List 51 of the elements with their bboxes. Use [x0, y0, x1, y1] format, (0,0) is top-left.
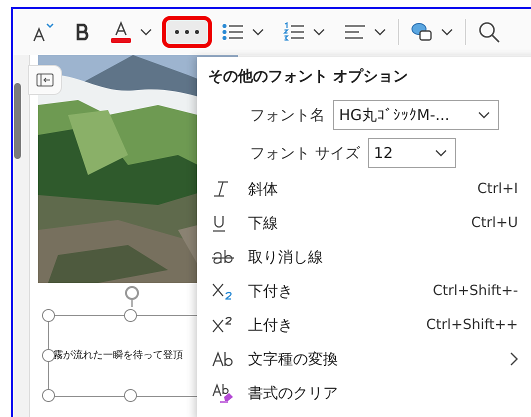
menu-item[interactable]: 取り消し線	[197, 240, 531, 274]
shortcut-text: Ctrl+Shift++	[426, 317, 518, 333]
strikethrough-icon	[212, 249, 234, 265]
chevron-down-icon	[434, 149, 447, 157]
chevron-down-icon	[374, 28, 386, 36]
bullet-list-icon	[222, 23, 244, 41]
resize-handle[interactable]	[42, 309, 55, 322]
font-size-icon	[32, 21, 56, 43]
resize-handle[interactable]	[42, 349, 55, 362]
collapse-panel-icon	[36, 73, 54, 87]
menu-item[interactable]: 書式のクリア	[197, 376, 531, 410]
shapes-icon	[411, 22, 433, 42]
chevron-down-icon	[441, 28, 453, 36]
rotate-handle[interactable]	[124, 285, 140, 307]
search-icon	[478, 21, 500, 43]
align-icon	[344, 24, 366, 40]
menu-title: その他のフォント オプション	[207, 67, 410, 86]
collapse-panel-button[interactable]	[28, 65, 62, 95]
clear-formatting-icon	[212, 383, 234, 403]
field-label: フォント名	[250, 106, 325, 124]
scrollbar-thumb[interactable]	[14, 83, 21, 159]
field-label: フォント サイズ	[250, 144, 360, 162]
font-size-dropdown[interactable]: 12	[368, 138, 456, 168]
bold-icon	[75, 23, 91, 41]
resize-handle[interactable]	[124, 309, 137, 322]
underline-icon	[212, 214, 226, 232]
menu-item[interactable]: 下線 Ctrl+U	[197, 206, 531, 240]
more-button[interactable]	[162, 16, 212, 48]
chevron-down-icon	[478, 111, 490, 119]
subscript-icon	[212, 282, 234, 300]
shortcut-text: Ctrl+I	[477, 181, 518, 197]
chevron-down-icon	[140, 28, 152, 36]
menu-item[interactable]: 上付き Ctrl+Shift++	[197, 308, 531, 342]
font-name-dropdown[interactable]: HG丸ｺﾞｼｯｸM-...	[333, 100, 499, 130]
change-case-icon	[212, 351, 234, 367]
chevron-right-icon	[510, 352, 518, 366]
numbered-list-icon	[283, 22, 305, 42]
shortcut-text: Ctrl+Shift+-	[432, 283, 518, 299]
resize-handle[interactable]	[42, 389, 55, 402]
font-color-icon	[110, 20, 132, 44]
resize-handle[interactable]	[124, 389, 137, 402]
caption-text: 霧が流れた一瞬を待って登頂	[53, 348, 183, 362]
more-icon	[174, 29, 200, 35]
superscript-icon	[212, 316, 234, 334]
menu-item[interactable]: 下付き Ctrl+Shift+-	[197, 274, 531, 308]
shortcut-text: Ctrl+U	[471, 215, 518, 231]
chevron-down-icon	[313, 28, 325, 36]
italic-icon	[212, 181, 230, 197]
chevron-down-icon	[252, 28, 264, 36]
menu-item[interactable]: 斜体 Ctrl+I	[197, 172, 531, 206]
menu-item[interactable]: 文字種の変換	[197, 342, 531, 376]
